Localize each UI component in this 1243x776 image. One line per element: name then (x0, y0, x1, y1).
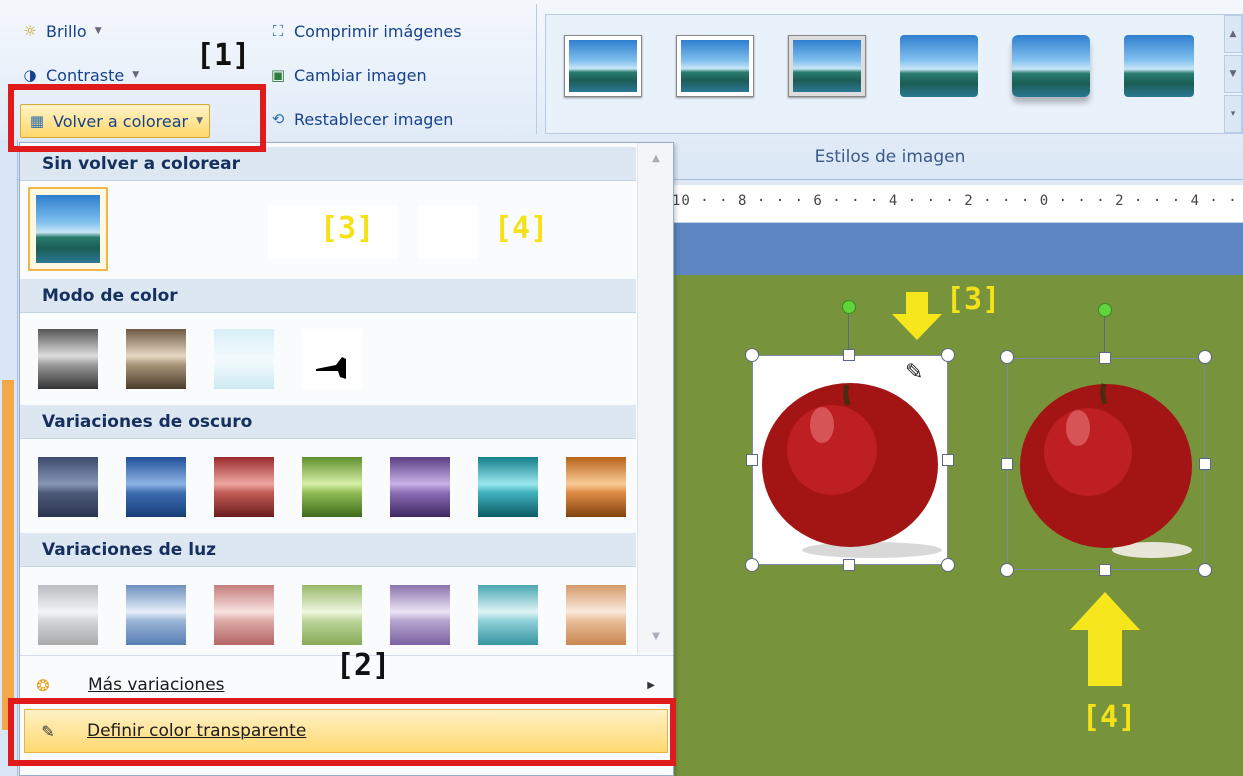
resize-handle[interactable] (745, 558, 759, 572)
swatch-dark-5[interactable] (390, 457, 450, 517)
resize-handle[interactable] (1099, 564, 1111, 576)
compress-icon: ⛶ (272, 22, 284, 40)
gallery-scroll-down[interactable]: ▼ (1224, 55, 1242, 93)
callout-3-menu: [3] (320, 211, 375, 246)
menu-scrollbar[interactable]: ▲ ▼ (637, 143, 673, 653)
resize-handle[interactable] (843, 559, 855, 571)
swatch-light-1[interactable] (38, 585, 98, 645)
submenu-arrow-icon: ▶ (647, 679, 655, 691)
brillo-button[interactable]: ☼ Brillo ▼ (14, 16, 108, 46)
swatch-dark-1[interactable] (38, 457, 98, 517)
gallery-scroll-up[interactable]: ▲ (1224, 15, 1242, 53)
swatch-dark-3[interactable] (214, 457, 274, 517)
style-thumb-2[interactable] (676, 35, 754, 97)
callout-1: [1] (196, 38, 251, 73)
arrow-down-icon (892, 292, 942, 340)
style-thumb-1[interactable] (564, 35, 642, 97)
rotate-handle[interactable] (1098, 303, 1112, 317)
ruler: 10 · · 8 · · · 6 · · · 4 · · · 2 · · · 0… (672, 185, 1243, 223)
style-thumb-3[interactable] (788, 35, 866, 97)
resize-handle[interactable] (941, 558, 955, 572)
resize-handle[interactable] (1198, 350, 1212, 364)
resize-handle[interactable] (1199, 458, 1211, 470)
restablecer-imagen-button[interactable]: ⟲ Restablecer imagen (262, 104, 459, 134)
swatch-dark-7[interactable] (566, 457, 626, 517)
swatch-light-2[interactable] (126, 585, 186, 645)
palette-icon: ❂ (36, 675, 50, 695)
comprimir-imagenes-button[interactable]: ⛶ Comprimir imágenes (262, 16, 468, 46)
rotate-handle[interactable] (842, 300, 856, 314)
swatch-dark-6[interactable] (478, 457, 538, 517)
style-thumb-6[interactable] (1124, 35, 1194, 97)
swatch-light-4[interactable] (302, 585, 362, 645)
swatch-dark-4[interactable] (302, 457, 362, 517)
ghost-swatch (418, 205, 478, 259)
resize-handle[interactable] (746, 454, 758, 466)
scroll-down-icon[interactable]: ▼ (646, 631, 666, 647)
swatch-light-6[interactable] (478, 585, 538, 645)
resize-handle[interactable] (1000, 563, 1014, 577)
ribbon-separator (536, 4, 537, 134)
resize-handle[interactable] (942, 454, 954, 466)
section-modo-color: Modo de color (20, 279, 636, 313)
change-picture-icon: ▣ (270, 66, 286, 84)
scroll-up-icon[interactable]: ▲ (646, 153, 666, 169)
resize-handle[interactable] (1001, 458, 1013, 470)
eyedropper-cursor-icon: ✎ (905, 360, 924, 385)
section-sin-volver: Sin volver a colorear (20, 147, 636, 181)
style-thumb-5[interactable] (1012, 35, 1090, 97)
resize-handle[interactable] (745, 348, 759, 362)
picture-styles-gallery: ▲ ▼ ▾ (545, 14, 1243, 134)
selection-frame-4 (1007, 358, 1205, 570)
resize-handle[interactable] (1000, 350, 1014, 364)
cambiar-imagen-button[interactable]: ▣ Cambiar imagen (262, 60, 433, 90)
swatch-sepia[interactable] (126, 329, 186, 389)
resize-handle[interactable] (941, 348, 955, 362)
resize-handle[interactable] (1099, 352, 1111, 364)
section-variaciones-luz: Variaciones de luz (20, 533, 636, 567)
callout-box-2 (8, 698, 676, 766)
swatch-no-recolor[interactable] (28, 187, 108, 271)
callout-4-menu: [4] (494, 211, 549, 246)
work-area (672, 223, 1243, 275)
callout-4-slide: [4] (1082, 700, 1137, 735)
callout-2: [2] (336, 648, 391, 683)
swatch-light-7[interactable] (566, 585, 626, 645)
resize-handle[interactable] (843, 349, 855, 361)
reset-picture-icon: ⟲ (271, 110, 285, 128)
swatch-washout[interactable] (214, 329, 274, 389)
section-variaciones-oscuro: Variaciones de oscuro (20, 405, 636, 439)
swatch-grayscale[interactable] (38, 329, 98, 389)
resize-handle[interactable] (1198, 563, 1212, 577)
arrow-up-icon (1070, 592, 1140, 686)
swatch-black-white[interactable] (302, 329, 362, 389)
contrast-icon: ◑ (23, 66, 37, 84)
callout-3-slide: [3] (946, 282, 1001, 317)
swatch-dark-2[interactable] (126, 457, 186, 517)
swatch-light-3[interactable] (214, 585, 274, 645)
sun-icon: ☼ (23, 22, 37, 40)
callout-box-1 (8, 84, 266, 152)
selection-frame-3 (752, 355, 948, 565)
left-strip (0, 140, 18, 776)
swatch-light-5[interactable] (390, 585, 450, 645)
style-thumb-4[interactable] (900, 35, 978, 97)
gallery-more[interactable]: ▾ (1224, 95, 1242, 133)
